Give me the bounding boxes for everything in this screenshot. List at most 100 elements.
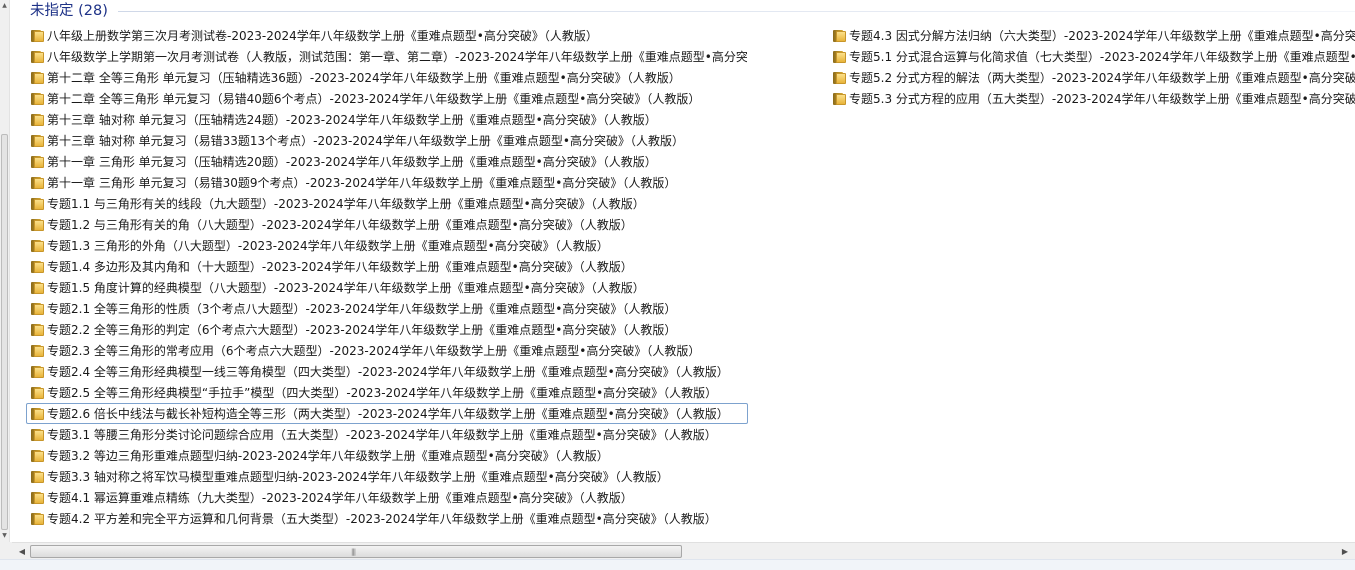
folder-item-label: 专题4.1 幂运算重难点精练（九大类型）-2023-2024学年八年级数学上册《… xyxy=(47,491,633,505)
folder-icon xyxy=(31,366,44,378)
folder-item[interactable]: 专题3.2 等边三角形重难点题型归纳-2023-2024学年八年级数学上册《重难… xyxy=(26,445,748,466)
folder-item-label: 专题5.1 分式混合运算与化简求值（七大类型）-2023-2024学年八年级数学… xyxy=(849,50,1355,64)
scrollbar-corner xyxy=(0,542,12,559)
folder-item[interactable]: 专题4.1 幂运算重难点精练（九大类型）-2023-2024学年八年级数学上册《… xyxy=(26,487,748,508)
folder-item-label: 专题1.5 角度计算的经典模型（八大题型）-2023-2024学年八年级数学上册… xyxy=(47,281,645,295)
folder-icon xyxy=(31,114,44,126)
folder-icon xyxy=(31,450,44,462)
folder-icon xyxy=(31,324,44,336)
folder-item-label: 专题5.3 分式方程的应用（五大类型）-2023-2024学年八年级数学上册《重… xyxy=(849,92,1355,106)
folder-icon xyxy=(833,51,846,63)
file-list-column-right: 专题4.3 因式分解方法归纳（六大类型）-2023-2024学年八年级数学上册《… xyxy=(828,25,1355,109)
folder-item[interactable]: 八年级数学上学期第一次月考测试卷（人教版，测试范围：第一章、第二章）-2023-… xyxy=(26,46,748,67)
folder-icon xyxy=(31,93,44,105)
folder-item-label: 专题5.2 分式方程的解法（两大类型）-2023-2024学年八年级数学上册《重… xyxy=(849,71,1355,85)
folder-item[interactable]: 第十一章 三角形 单元复习（压轴精选20题）-2023-2024学年八年级数学上… xyxy=(26,151,748,172)
folder-icon xyxy=(31,177,44,189)
folder-item-label: 第十三章 轴对称 单元复习（压轴精选24题）-2023-2024学年八年级数学上… xyxy=(47,113,657,127)
folder-item[interactable]: 专题1.1 与三角形有关的线段（九大题型）-2023-2024学年八年级数学上册… xyxy=(26,193,748,214)
folder-item[interactable]: 专题3.1 等腰三角形分类讨论问题综合应用（五大类型）-2023-2024学年八… xyxy=(26,424,748,445)
folder-item-label: 专题2.1 全等三角形的性质（3个考点八大题型）-2023-2024学年八年级数… xyxy=(47,302,677,316)
folder-icon xyxy=(31,51,44,63)
scroll-down-arrow-icon[interactable]: ▼ xyxy=(1,530,8,542)
folder-icon xyxy=(833,72,846,84)
folder-icon xyxy=(31,513,44,525)
folder-item-label: 专题1.2 与三角形有关的角（八大题型）-2023-2024学年八年级数学上册《… xyxy=(47,218,633,232)
folder-item-label: 专题2.2 全等三角形的判定（6个考点六大题型）-2023-2024学年八年级数… xyxy=(47,323,677,337)
folder-icon xyxy=(31,282,44,294)
horizontal-scroll-thumb[interactable]: ||| xyxy=(30,545,682,558)
folder-item[interactable]: 八年级上册数学第三次月考测试卷-2023-2024学年八年级数学上册《重难点题型… xyxy=(26,25,748,46)
folder-item-label: 第十一章 三角形 单元复习（压轴精选20题）-2023-2024学年八年级数学上… xyxy=(47,155,657,169)
folder-item-label: 专题4.2 平方差和完全平方运算和几何背景（五大类型）-2023-2024学年八… xyxy=(47,512,717,526)
folder-item-label: 专题3.2 等边三角形重难点题型归纳-2023-2024学年八年级数学上册《重难… xyxy=(47,449,609,463)
folder-item[interactable]: 专题1.3 三角形的外角（八大题型）-2023-2024学年八年级数学上册《重难… xyxy=(26,235,748,256)
horizontal-scrollbar[interactable]: ◀ ||| ▶ xyxy=(12,542,1355,560)
folder-icon xyxy=(31,240,44,252)
folder-item-label: 专题1.3 三角形的外角（八大题型）-2023-2024学年八年级数学上册《重难… xyxy=(47,239,609,253)
folder-icon xyxy=(31,219,44,231)
file-list-column-left: 八年级上册数学第三次月考测试卷-2023-2024学年八年级数学上册《重难点题型… xyxy=(26,25,748,529)
scroll-up-arrow-icon[interactable]: ▲ xyxy=(1,0,8,12)
folder-icon xyxy=(31,303,44,315)
folder-item[interactable]: 第十三章 轴对称 单元复习（压轴精选24题）-2023-2024学年八年级数学上… xyxy=(26,109,748,130)
folder-item[interactable]: 专题2.1 全等三角形的性质（3个考点八大题型）-2023-2024学年八年级数… xyxy=(26,298,748,319)
scroll-right-arrow-icon[interactable]: ▶ xyxy=(1337,543,1353,560)
folder-icon xyxy=(31,408,44,420)
folder-item-label: 专题4.3 因式分解方法归纳（六大类型）-2023-2024学年八年级数学上册《… xyxy=(849,29,1355,43)
folder-item[interactable]: 第十二章 全等三角形 单元复习（易错40题6个考点）-2023-2024学年八年… xyxy=(26,88,748,109)
folder-icon xyxy=(833,30,846,42)
folder-icon xyxy=(833,93,846,105)
folder-item-label: 专题3.3 轴对称之将军饮马模型重难点题型归纳-2023-2024学年八年级数学… xyxy=(47,470,669,484)
scroll-grip-icon: ||| xyxy=(351,548,356,556)
folder-item[interactable]: 专题3.3 轴对称之将军饮马模型重难点题型归纳-2023-2024学年八年级数学… xyxy=(26,466,748,487)
folder-icon xyxy=(31,345,44,357)
folder-item[interactable]: 专题1.2 与三角形有关的角（八大题型）-2023-2024学年八年级数学上册《… xyxy=(26,214,748,235)
folder-icon xyxy=(31,471,44,483)
folder-icon xyxy=(31,492,44,504)
folder-item-label: 专题2.3 全等三角形的常考应用（6个考点六大题型）-2023-2024学年八年… xyxy=(47,344,701,358)
folder-item[interactable]: 第十一章 三角形 单元复习（易错30题9个考点）-2023-2024学年八年级数… xyxy=(26,172,748,193)
folder-item-label: 专题1.1 与三角形有关的线段（九大题型）-2023-2024学年八年级数学上册… xyxy=(47,197,645,211)
folder-item-label: 专题2.4 全等三角形经典模型一线三等角模型（四大类型）-2023-2024学年… xyxy=(47,365,729,379)
vertical-scrollbar[interactable]: ▲ ▼ xyxy=(0,0,10,542)
folder-item[interactable]: 第十二章 全等三角形 单元复习（压轴精选36题）-2023-2024学年八年级数… xyxy=(26,67,748,88)
folder-item-label: 第十二章 全等三角形 单元复习（压轴精选36题）-2023-2024学年八年级数… xyxy=(47,71,681,85)
folder-item[interactable]: 专题1.4 多边形及其内角和（十大题型）-2023-2024学年八年级数学上册《… xyxy=(26,256,748,277)
folder-item-label: 专题2.5 全等三角形经典模型“手拉手”模型（四大类型）-2023-2024学年… xyxy=(47,386,718,400)
scroll-left-arrow-icon[interactable]: ◀ xyxy=(14,543,30,560)
folder-item-label: 八年级上册数学第三次月考测试卷-2023-2024学年八年级数学上册《重难点题型… xyxy=(47,29,598,43)
folder-item[interactable]: 专题2.6 倍长中线法与截长补短构造全等三形（两大类型）-2023-2024学年… xyxy=(26,403,748,424)
folder-item[interactable]: 专题4.2 平方差和完全平方运算和几何背景（五大类型）-2023-2024学年八… xyxy=(26,508,748,529)
folder-item-label: 专题2.6 倍长中线法与截长补短构造全等三形（两大类型）-2023-2024学年… xyxy=(47,407,729,421)
vertical-scroll-thumb[interactable] xyxy=(1,134,8,530)
folder-item-label: 第十三章 轴对称 单元复习（易错33题13个考点）-2023-2024学年八年级… xyxy=(47,134,684,148)
folder-item[interactable]: 专题2.5 全等三角形经典模型“手拉手”模型（四大类型）-2023-2024学年… xyxy=(26,382,748,403)
folder-icon xyxy=(31,429,44,441)
file-explorer-window: ▲ ▼ 未指定 (28) 八年级上册数学第三次月考测试卷-2023-2024学年… xyxy=(0,0,1355,570)
folder-item[interactable]: 专题2.3 全等三角形的常考应用（6个考点六大题型）-2023-2024学年八年… xyxy=(26,340,748,361)
folder-item-label: 八年级数学上学期第一次月考测试卷（人教版，测试范围：第一章、第二章）-2023-… xyxy=(47,50,748,64)
folder-item-label: 第十一章 三角形 单元复习（易错30题9个考点）-2023-2024学年八年级数… xyxy=(47,176,677,190)
folder-icon xyxy=(31,198,44,210)
folder-item-label: 第十二章 全等三角形 单元复习（易错40题6个考点）-2023-2024学年八年… xyxy=(47,92,701,106)
folder-item[interactable]: 专题1.5 角度计算的经典模型（八大题型）-2023-2024学年八年级数学上册… xyxy=(26,277,748,298)
folder-item-label: 专题1.4 多边形及其内角和（十大题型）-2023-2024学年八年级数学上册《… xyxy=(47,260,633,274)
folder-icon xyxy=(31,30,44,42)
folder-item[interactable]: 专题2.4 全等三角形经典模型一线三等角模型（四大类型）-2023-2024学年… xyxy=(26,361,748,382)
folder-icon xyxy=(31,261,44,273)
folder-item[interactable]: 专题5.2 分式方程的解法（两大类型）-2023-2024学年八年级数学上册《重… xyxy=(828,67,1355,88)
folder-icon xyxy=(31,72,44,84)
folder-icon xyxy=(31,387,44,399)
folder-icon xyxy=(31,156,44,168)
folder-item-label: 专题3.1 等腰三角形分类讨论问题综合应用（五大类型）-2023-2024学年八… xyxy=(47,428,717,442)
folder-item[interactable]: 第十三章 轴对称 单元复习（易错33题13个考点）-2023-2024学年八年级… xyxy=(26,130,748,151)
group-header-unspecified[interactable]: 未指定 (28) xyxy=(30,1,108,21)
group-divider xyxy=(118,11,1355,12)
folder-item[interactable]: 专题5.1 分式混合运算与化简求值（七大类型）-2023-2024学年八年级数学… xyxy=(828,46,1355,67)
folder-item[interactable]: 专题5.3 分式方程的应用（五大类型）-2023-2024学年八年级数学上册《重… xyxy=(828,88,1355,109)
folder-item[interactable]: 专题4.3 因式分解方法归纳（六大类型）-2023-2024学年八年级数学上册《… xyxy=(828,25,1355,46)
folder-item[interactable]: 专题2.2 全等三角形的判定（6个考点六大题型）-2023-2024学年八年级数… xyxy=(26,319,748,340)
folder-icon xyxy=(31,135,44,147)
status-bar xyxy=(0,559,1355,570)
